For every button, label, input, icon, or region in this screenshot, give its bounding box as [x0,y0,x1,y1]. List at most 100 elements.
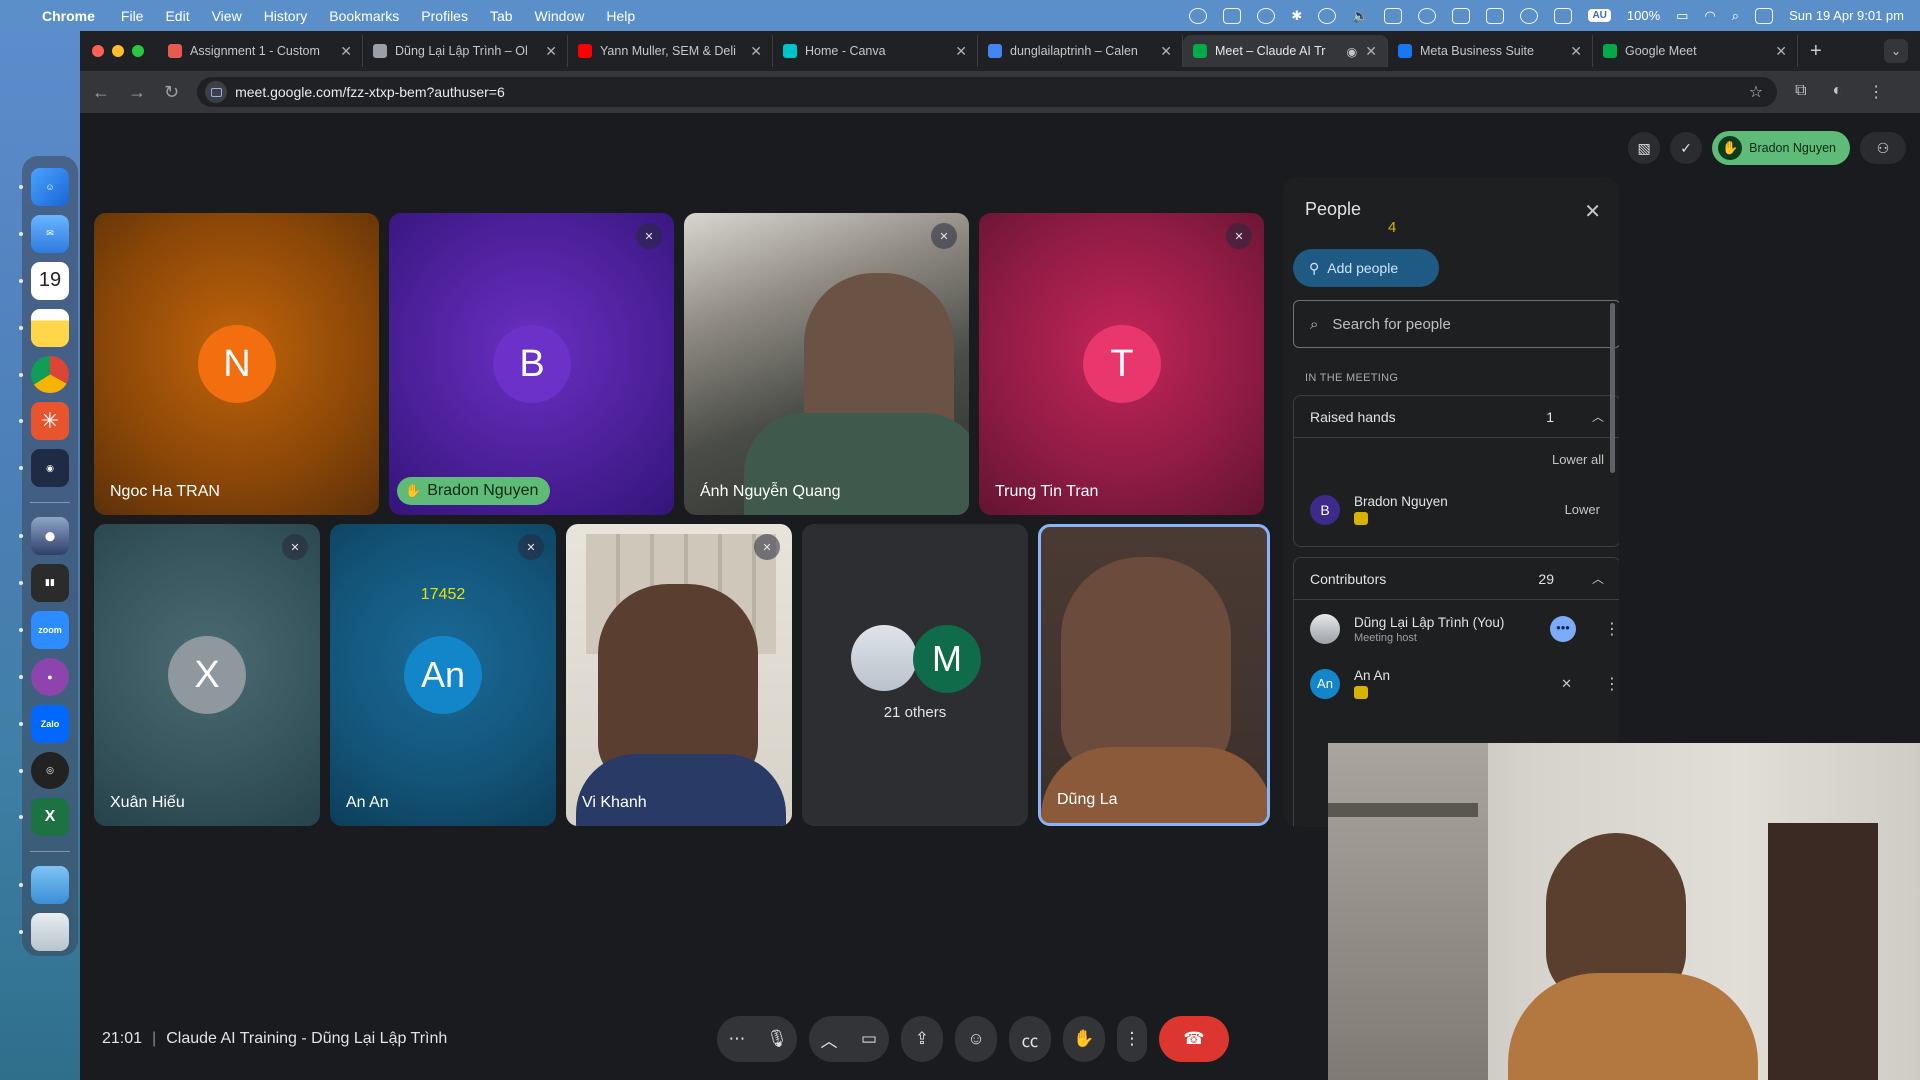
tab-close-icon[interactable]: ✕ [1570,43,1582,60]
menu-view[interactable]: View [212,8,242,24]
mirror-icon[interactable] [1554,7,1573,24]
menu-bookmarks[interactable]: Bookmarks [329,8,399,24]
control-center-icon[interactable] [1755,7,1774,24]
present-screen-icon[interactable]: ⇪ [901,1016,943,1062]
tab-youtube[interactable]: Yann Muller, SEM & Deli ✕ [568,35,773,67]
spotlight-search-icon[interactable]: ⌕ [1732,8,1739,24]
volume-icon[interactable]: 🔈 [1352,8,1368,24]
raise-hand-icon[interactable]: ✋ [1063,1016,1105,1062]
close-icon[interactable]: ✕ [1584,199,1601,224]
tab-meet-active[interactable]: Meet – Claude AI Tr ◉ ✕ [1183,35,1388,67]
participant-tile[interactable]: 17452 An ✕ An An [330,524,556,826]
participant-tile[interactable]: T ✕ Trung Tin Tran [979,213,1264,515]
tab-meta-business-suite[interactable]: Meta Business Suite ✕ [1388,35,1593,67]
grid-icon[interactable] [1486,7,1505,24]
github-icon[interactable]: ● [19,657,69,696]
microphone-icon[interactable]: 🎙 [757,1016,797,1062]
chrome-menu-icon[interactable]: ⋮ [1868,82,1884,102]
zoom-icon[interactable]: zoom [19,610,69,649]
others-tile[interactable]: M 21 others [802,524,1028,826]
participant-tile[interactable]: X ✕ Xuân Hiếu [94,524,320,826]
address-bar[interactable]: meet.google.com/fzz-xtxp-bem?authuser=6 … [197,77,1778,107]
extensions-icon[interactable]: ⧉ [1795,82,1806,102]
tab-canva[interactable]: Home - Canva ✕ [773,35,978,67]
raised-hands-header[interactable]: Raised hands 1 ︿ [1294,396,1619,438]
zoom-status-icon[interactable] [1257,7,1276,24]
tab-close-icon[interactable]: ✕ [340,43,352,60]
zalo-icon[interactable]: Zalo [19,704,69,743]
mail-icon[interactable]: ✉ [19,214,69,253]
chevron-up-icon[interactable]: ︿ [1592,408,1604,425]
obs-icon[interactable]: ◎ [19,751,69,790]
tab-close-icon[interactable]: ✕ [1365,43,1377,60]
back-icon[interactable]: ← [92,82,110,103]
participant-tile[interactable]: N Ngoc Ha TRAN [94,213,379,515]
bookmark-star-icon[interactable]: ☆ [1749,82,1763,102]
close-window-button[interactable] [92,45,104,57]
participant-tile[interactable]: B ✕ ✋ Bradon Nguyen [389,213,674,515]
minimize-window-button[interactable] [112,45,124,57]
camera-icon[interactable]: ▭ [849,1016,889,1062]
more-options-icon[interactable]: ⋮ [1117,1016,1147,1062]
checkmark-icon[interactable]: ✓ [1670,132,1703,164]
play-icon[interactable] [1418,7,1437,24]
battery-icon[interactable]: ▭ [1676,8,1688,24]
url-text[interactable]: meet.google.com/fzz-xtxp-bem?authuser=6 [235,84,505,100]
captions-icon[interactable]: ㏄ [1009,1016,1051,1062]
tab-close-icon[interactable]: ✕ [750,43,762,60]
zoom-window-button[interactable] [132,45,144,57]
menu-history[interactable]: History [264,8,308,24]
notes-icon[interactable] [19,308,69,347]
more-audio-options-icon[interactable]: ⋯ [717,1016,757,1062]
menu-profiles[interactable]: Profiles [421,8,468,24]
menu-edit[interactable]: Edit [165,8,189,24]
tab-assignment[interactable]: Assignment 1 - Custom ✕ [158,35,363,67]
calendar-icon[interactable]: 19 [19,261,69,300]
tab-close-icon[interactable]: ✕ [545,43,557,60]
folder-icon[interactable] [19,866,69,905]
participant-tile[interactable]: ✕ Ánh Nguyễn Quang [684,213,969,515]
wifi-icon[interactable]: ◠ [1704,8,1715,24]
sync-icon[interactable] [1318,7,1337,24]
menu-window[interactable]: Window [535,8,585,24]
tab-dung-lai-lap-trinh[interactable]: Dũng Lại Lập Trình – Ol ✕ [363,35,568,67]
davinci-resolve-icon[interactable]: ◉ [19,449,69,488]
tab-google-meet[interactable]: Google Meet ✕ [1593,35,1798,67]
excel-icon[interactable]: X [19,798,69,837]
emoji-reaction-icon[interactable]: ☺ [955,1016,997,1062]
chevron-up-icon[interactable]: ︿ [809,1016,849,1062]
participant-tile[interactable]: ✕ Vi Khanh [566,524,792,826]
sparkle-icon[interactable]: ✱ [1291,8,1302,24]
leave-call-button[interactable]: ☎ [1159,1016,1229,1062]
menu-app[interactable]: Chrome [42,8,95,24]
status-icon[interactable] [1189,7,1208,24]
color-app-icon[interactable]: ▮▮ [19,564,69,602]
menubar-datetime[interactable]: Sun 19 Apr 9:01 pm [1789,8,1904,23]
menu-file[interactable]: File [121,8,144,24]
screen-share-icon[interactable] [1223,7,1242,24]
claude-icon[interactable]: ✳ [19,402,69,441]
more-options-icon[interactable]: ⋮ [1604,674,1619,694]
chrome-icon[interactable] [19,355,69,394]
tab-close-icon[interactable]: ✕ [955,43,967,60]
info-icon[interactable] [1520,7,1539,24]
profile-avatar-icon[interactable]: ◐ [1833,82,1843,102]
menu-tab[interactable]: Tab [490,8,513,24]
new-tab-button[interactable]: + [1810,40,1822,63]
menu-help[interactable]: Help [606,8,635,24]
extension-status-icon[interactable] [1452,7,1471,24]
trash-icon[interactable] [19,913,69,951]
disk-utility-icon[interactable]: ⬤ [19,517,69,555]
more-options-icon[interactable]: ⋮ [1604,619,1619,639]
add-people-button[interactable]: ⚲ Add people [1293,249,1439,287]
tab-search-button[interactable]: ⌄ [1884,39,1908,63]
tab-close-icon[interactable]: ✕ [1160,43,1172,60]
finder-icon[interactable]: ☺ [19,168,69,206]
chevron-up-icon[interactable]: ︿ [1592,570,1604,587]
forward-icon[interactable]: → [128,82,146,103]
self-tile[interactable]: Dũng La [1038,524,1270,826]
contributors-header[interactable]: Contributors 29 ︿ [1294,558,1619,600]
tab-close-icon[interactable]: ✕ [1775,43,1787,60]
tab-calendar[interactable]: dunglailaptrinh – Calen ✕ [978,35,1183,67]
raised-hand-chip[interactable]: ✋ Bradon Nguyen [1712,131,1850,165]
